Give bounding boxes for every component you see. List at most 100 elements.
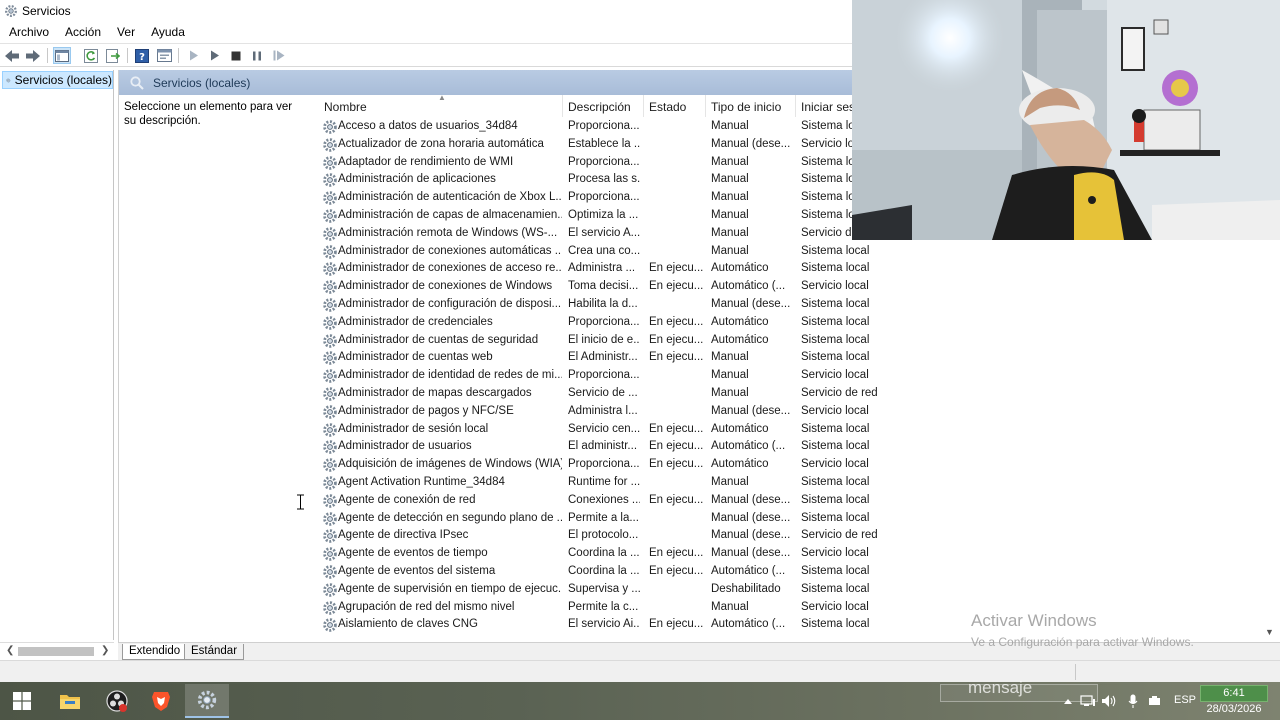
- help-icon[interactable]: ?: [133, 47, 151, 64]
- scroll-right-icon[interactable]: ❯: [101, 645, 109, 656]
- service-gear-icon: [322, 404, 338, 420]
- taskbar-file-explorer[interactable]: [48, 684, 92, 718]
- play-icon[interactable]: [185, 47, 203, 64]
- column-divider[interactable]: [705, 95, 706, 117]
- taskbar-clock[interactable]: 6:41 28/03/2026: [1198, 685, 1270, 717]
- table-row[interactable]: Agente de directiva IPsec El protocolo...…: [310, 527, 1280, 545]
- service-status: En ejecu...: [649, 440, 703, 453]
- service-logon-as: Sistema local: [801, 333, 870, 346]
- pause-icon[interactable]: [248, 47, 266, 64]
- battery-icon[interactable]: [1147, 693, 1163, 709]
- volume-icon[interactable]: [1101, 693, 1117, 709]
- tree-horizontal-scrollbar[interactable]: ❮ ❯: [0, 642, 114, 659]
- table-row[interactable]: Administrador de cuentas web El Administr…: [310, 349, 1280, 367]
- service-gear-icon: [322, 172, 338, 188]
- start-button[interactable]: [0, 684, 44, 718]
- forward-arrow-icon[interactable]: [24, 47, 42, 64]
- service-logon-as: Sistema local: [801, 351, 870, 364]
- column-descripcion[interactable]: Descripción: [568, 100, 631, 114]
- tab-extendido[interactable]: Extendido: [122, 644, 188, 660]
- table-row[interactable]: Agente de supervisión en tiempo de ejecu…: [310, 581, 1280, 599]
- table-row[interactable]: Administrador de usuarios El administr...…: [310, 438, 1280, 456]
- service-startup-type: Manual: [711, 120, 749, 132]
- taskbar-obs[interactable]: [95, 684, 139, 718]
- service-name: Agente de detección en segundo plano de …: [338, 511, 562, 524]
- toolbar-separator: [178, 48, 179, 63]
- service-logon-as: Sistema local: [801, 262, 870, 275]
- taskbar-brave[interactable]: [139, 684, 183, 718]
- table-row[interactable]: Agente de detección en segundo plano de …: [310, 510, 1280, 528]
- services-window: Servicios Archivo Acción Ver Ayuda ? Ser…: [0, 0, 1280, 720]
- column-divider[interactable]: [795, 95, 796, 117]
- refresh-icon[interactable]: [82, 47, 100, 64]
- table-row[interactable]: Agent Activation Runtime_34d84 Runtime fo…: [310, 474, 1280, 492]
- service-description: El servicio Ai...: [568, 618, 640, 631]
- tree-item-services-local[interactable]: Servicios (locales): [2, 71, 113, 89]
- service-startup-type: Manual: [711, 476, 749, 488]
- service-description: Optimiza la ...: [568, 209, 639, 221]
- service-logon-as: Sistema local: [801, 315, 870, 328]
- windows-logo-icon: [13, 692, 31, 710]
- export-list-icon[interactable]: [104, 47, 122, 64]
- service-logon-as: Sistema local: [801, 565, 870, 577]
- taskbar-services[interactable]: [185, 684, 229, 718]
- table-row[interactable]: Adquisición de imágenes de Windows (WIA)…: [310, 456, 1280, 474]
- menu-archivo[interactable]: Archivo: [0, 25, 56, 39]
- table-row[interactable]: Administrador de conexiones de acceso re…: [310, 260, 1280, 278]
- back-arrow-icon[interactable]: [3, 47, 21, 64]
- column-nombre[interactable]: Nombre: [324, 100, 367, 114]
- service-status: En ejecu...: [649, 565, 703, 577]
- stop-icon[interactable]: [227, 47, 245, 64]
- service-startup-type: Manual (dese...: [711, 511, 791, 524]
- scroll-down-icon[interactable]: ▼: [1265, 627, 1274, 637]
- table-row[interactable]: Administrador de configuración de dispos…: [310, 296, 1280, 314]
- service-name: Administrador de mapas descargados: [338, 387, 532, 399]
- play-alt-icon[interactable]: [206, 47, 224, 64]
- service-description: El inicio de e...: [568, 333, 640, 346]
- menu-accion[interactable]: Acción: [56, 25, 108, 39]
- service-description: Runtime for ...: [568, 476, 640, 488]
- service-description: Permite a la...: [568, 511, 639, 524]
- column-iniciar-sesion[interactable]: Iniciar sesi: [801, 100, 858, 114]
- service-name: Administrador de cuentas web: [338, 351, 493, 364]
- column-estado[interactable]: Estado: [649, 100, 686, 114]
- menu-ver[interactable]: Ver: [108, 25, 142, 39]
- service-startup-type: Automático: [711, 333, 769, 346]
- language-indicator[interactable]: ESP: [1174, 694, 1196, 706]
- service-logon-as: Servicio de red: [801, 387, 878, 399]
- table-row[interactable]: Agente de eventos de tiempo Coordina la .…: [310, 545, 1280, 563]
- scroll-thumb[interactable]: [18, 647, 94, 656]
- service-description: Coordina la ...: [568, 565, 640, 577]
- table-row[interactable]: Agente de eventos del sistema Coordina la…: [310, 563, 1280, 581]
- table-row[interactable]: Administrador de identidad de redes de m…: [310, 367, 1280, 385]
- table-row[interactable]: Administrador de sesión local Servicio ce…: [310, 421, 1280, 439]
- scroll-left-icon[interactable]: ❮: [6, 645, 14, 656]
- column-divider[interactable]: [643, 95, 644, 117]
- console-tree-icon[interactable]: [53, 47, 71, 64]
- column-tipo-inicio[interactable]: Tipo de inicio: [711, 100, 781, 114]
- service-status: En ejecu...: [649, 422, 703, 435]
- service-name: Agente de conexión de red: [338, 493, 476, 506]
- activate-windows-watermark: Activar Windows Ve a Configuración para …: [971, 611, 1194, 649]
- table-row[interactable]: Administrador de pagos y NFC/SE Administr…: [310, 403, 1280, 421]
- table-row[interactable]: Agente de conexión de red Conexiones ... E…: [310, 492, 1280, 510]
- properties-icon[interactable]: [155, 47, 173, 64]
- service-gear-icon: [322, 493, 338, 509]
- table-row[interactable]: Administrador de conexiones automáticas …: [310, 243, 1280, 261]
- tab-estandar[interactable]: Estándar: [184, 644, 245, 660]
- table-row[interactable]: Administrador de credenciales Proporciona…: [310, 314, 1280, 332]
- menu-ayuda[interactable]: Ayuda: [142, 25, 192, 39]
- service-gear-icon: [322, 422, 338, 438]
- table-row[interactable]: Administrador de conexiones de Windows To…: [310, 278, 1280, 296]
- microphone-icon[interactable]: [1125, 693, 1141, 709]
- restart-icon[interactable]: [270, 47, 288, 64]
- service-status: En ejecu...: [649, 547, 703, 560]
- table-row[interactable]: Administrador de mapas descargados Servic…: [310, 385, 1280, 403]
- table-row[interactable]: Administrador de cuentas de seguridad El …: [310, 332, 1280, 350]
- chat-message-overlay: mensaje: [940, 679, 1098, 702]
- service-logon-as: Sistema local: [801, 244, 870, 257]
- service-description: El protocolo...: [568, 529, 639, 542]
- service-startup-type: Automático (...: [711, 280, 786, 293]
- service-logon-as: Sistema local: [801, 511, 870, 524]
- column-divider[interactable]: [562, 95, 563, 117]
